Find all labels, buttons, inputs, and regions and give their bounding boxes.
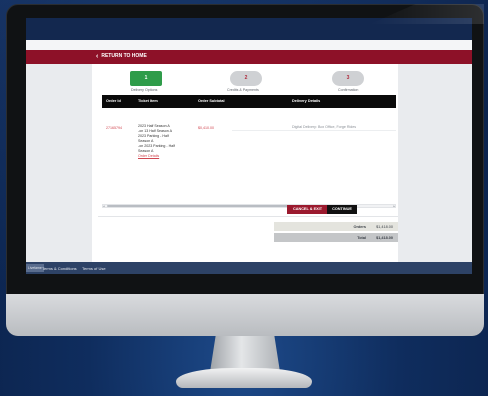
orders-label: Orders: [353, 224, 366, 229]
table-row: 27165794 2023 Half Season A -on 13 Half …: [102, 108, 396, 170]
column-header: Order Subtotal: [198, 99, 225, 103]
column-header: Delivery Details: [292, 99, 321, 103]
step-1-indicator[interactable]: 1: [130, 71, 162, 86]
step-number: 3: [346, 75, 350, 81]
monitor-chin: [6, 294, 484, 336]
return-home-label: RETURN TO HOME: [101, 53, 147, 59]
section-divider: [98, 216, 398, 217]
scroll-right-icon[interactable]: ▸: [393, 204, 395, 208]
return-home-link[interactable]: ‹ RETURN TO HOME: [96, 52, 147, 60]
orders-summary-row: Orders $1,418.00: [274, 222, 398, 231]
order-id[interactable]: 27165794: [106, 126, 122, 130]
order-details-link[interactable]: Order Details: [138, 154, 175, 159]
screen: ‹ RETURN TO HOME 1 2 3 Delivery Options …: [26, 18, 472, 274]
continue-button[interactable]: CONTINUE: [327, 205, 357, 214]
ticket-items: 2023 Half Season A -on 13 Half Season A …: [138, 124, 175, 159]
chevron-left-icon: ‹: [96, 52, 99, 60]
checkout-panel: 1 2 3 Delivery Options Credits & Payment…: [92, 64, 398, 262]
table-header: Order Id Ticket Item Order Subtotal Deli…: [102, 95, 396, 108]
row-divider: [232, 130, 396, 131]
header-spacer: [26, 40, 472, 50]
site-footer: Livefame Terms & Conditions Terms of Use: [26, 262, 472, 274]
step-2-label: Credits & Payments: [227, 88, 259, 92]
step-1-label: Delivery Options: [131, 88, 158, 92]
total-label: Total: [357, 235, 366, 240]
delivery-details: Digital Delivery: Box Office, Forge Ride…: [292, 125, 357, 129]
total-summary-row: Total $1,418.00: [274, 233, 398, 242]
cancel-exit-button[interactable]: CANCEL & EXIT: [287, 205, 328, 214]
scroll-left-icon[interactable]: ◂: [103, 204, 105, 208]
step-3-label: Confirmation: [338, 88, 359, 92]
terms-of-use-link[interactable]: Terms of Use: [82, 266, 106, 271]
step-number: 1: [144, 75, 148, 81]
terms-conditions-link[interactable]: Terms & Conditions: [42, 266, 77, 271]
step-3-indicator[interactable]: 3: [332, 71, 364, 86]
step-number: 2: [244, 75, 248, 81]
monitor-stand: [210, 336, 280, 372]
order-subtotal: $0,410.00: [198, 126, 214, 130]
orders-amount: $1,418.00: [376, 224, 393, 229]
step-2-indicator[interactable]: 2: [230, 71, 262, 86]
nav-bar: [26, 50, 472, 64]
column-header: Ticket Item: [138, 99, 158, 103]
monitor-base: [176, 368, 312, 388]
total-amount: $1,418.00: [376, 235, 393, 240]
column-header: Order Id: [106, 99, 121, 103]
